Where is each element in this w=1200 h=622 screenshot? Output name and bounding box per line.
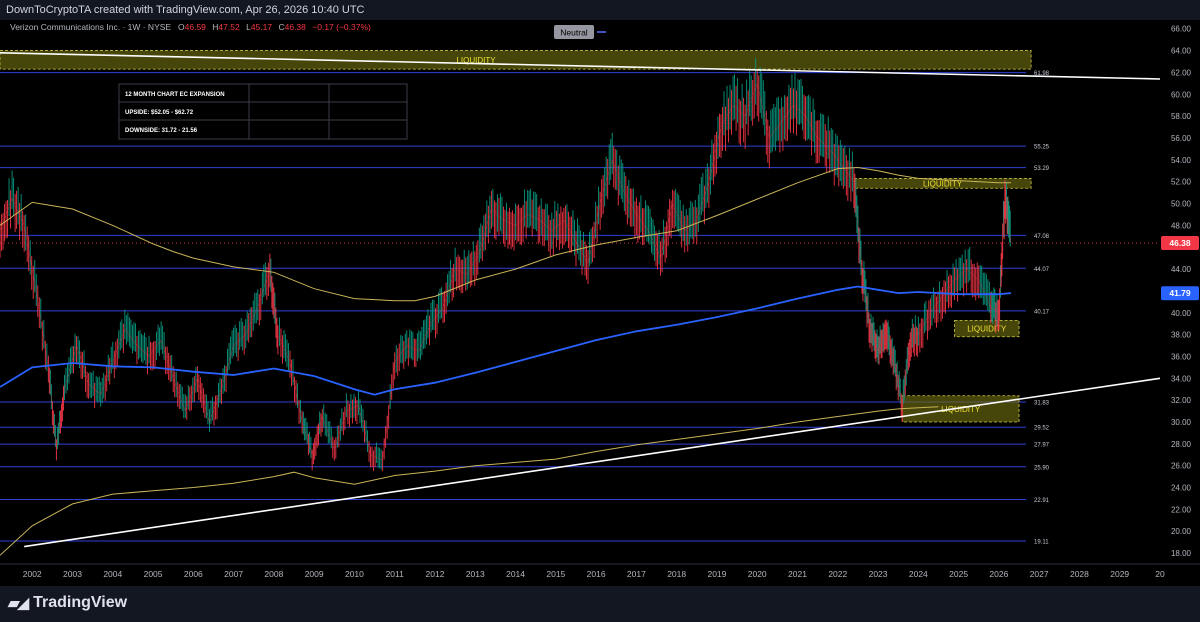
ohlc-open: 46.59 — [185, 22, 207, 32]
x-tick-label: 2016 — [587, 569, 606, 579]
x-tick-label: 2008 — [264, 569, 283, 579]
ohlc-change: −0.17 (−0.37%) — [312, 22, 371, 32]
level-label: 47.08 — [1034, 234, 1050, 240]
x-tick-label: 2022 — [828, 569, 847, 579]
liquidity-label: LIQUIDITY — [967, 325, 1007, 334]
level-label: 27.97 — [1034, 443, 1050, 449]
tradingview-logo[interactable]: ▰◢ TradingView — [8, 594, 127, 612]
caption-text: DownToCryptoTA created with TradingView.… — [6, 4, 365, 16]
x-tick-label: 2021 — [788, 569, 807, 579]
y-tick-label: 60.00 — [1171, 90, 1192, 99]
info-table-row-upside: UPSIDE: $52.05 - $62.72 — [125, 110, 194, 116]
x-tick-label: 2007 — [224, 569, 243, 579]
info-table-row-title: 12 MONTH CHART EC EXPANSION — [125, 92, 225, 98]
x-tick-label: 2029 — [1110, 569, 1129, 579]
y-tick-label: 40.00 — [1171, 309, 1192, 318]
x-tick-label: 2023 — [869, 569, 888, 579]
y-tick-label: 44.00 — [1171, 265, 1192, 274]
y-tick-label: 22.00 — [1171, 505, 1192, 514]
x-tick-label: 2004 — [103, 569, 122, 579]
price-label: 46.38 — [1169, 238, 1191, 248]
y-tick-label: 54.00 — [1171, 156, 1192, 165]
price-label: 41.79 — [1169, 288, 1191, 298]
y-tick-label: 58.00 — [1171, 112, 1192, 121]
y-tick-label: 32.00 — [1171, 396, 1192, 405]
y-tick-label: 18.00 — [1171, 549, 1192, 558]
indicator-badge[interactable]: Neutral — [560, 28, 588, 38]
ohlc-low: 45.17 — [251, 22, 273, 32]
level-label: 40.17 — [1034, 309, 1050, 315]
y-tick-label: 56.00 — [1171, 134, 1192, 143]
x-tick-label: 2015 — [546, 569, 565, 579]
symbol-title: Verizon Communications Inc. · 1W · NYSE — [10, 22, 171, 32]
y-tick-label: 38.00 — [1171, 331, 1192, 340]
x-tick-label: 2006 — [184, 569, 203, 579]
footer-bar — [0, 586, 1200, 622]
x-tick-label: 2010 — [345, 569, 364, 579]
x-tick-label: 2024 — [909, 569, 928, 579]
y-tick-label: 34.00 — [1171, 374, 1192, 383]
info-table-row-downside: DOWNSIDE: 31.72 - 21.56 — [125, 128, 198, 134]
x-tick-label: 2018 — [667, 569, 686, 579]
liquidity-zone — [0, 50, 1032, 70]
x-tick-label: 2003 — [63, 569, 82, 579]
level-label: 55.25 — [1034, 145, 1050, 151]
x-tick-label: 2019 — [707, 569, 726, 579]
x-tick-label: 2027 — [1030, 569, 1049, 579]
level-label: 53.29 — [1034, 166, 1050, 172]
y-tick-label: 26.00 — [1171, 462, 1192, 471]
y-tick-label: 20.00 — [1171, 527, 1192, 536]
caption-bar: DownToCryptoTA created with TradingView.… — [0, 0, 1200, 20]
y-tick-label: 64.00 — [1171, 47, 1192, 56]
y-tick-label: 36.00 — [1171, 352, 1192, 361]
x-tick-label: 2020 — [748, 569, 767, 579]
x-tick-label: 2011 — [386, 569, 405, 579]
y-tick-label: 28.00 — [1171, 440, 1192, 449]
ohlc-close: 46.38 — [285, 22, 307, 32]
x-tick-label: 2009 — [305, 569, 324, 579]
info-table: 12 MONTH CHART EC EXPANSION UPSIDE: $52.… — [118, 83, 408, 140]
x-tick-label: 20 — [1155, 569, 1165, 579]
x-tick-label: 2017 — [627, 569, 646, 579]
x-tick-label: 2025 — [949, 569, 968, 579]
x-tick-label: 2026 — [989, 569, 1008, 579]
x-tick-label: 2013 — [466, 569, 485, 579]
y-tick-label: 30.00 — [1171, 418, 1192, 427]
y-tick-label: 62.00 — [1171, 68, 1192, 77]
x-tick-label: 2005 — [144, 569, 163, 579]
y-tick-label: 50.00 — [1171, 200, 1192, 209]
level-label: 29.52 — [1034, 426, 1050, 432]
level-label: 44.07 — [1034, 267, 1050, 273]
y-tick-label: 24.00 — [1171, 484, 1192, 493]
x-tick-label: 2014 — [506, 569, 525, 579]
x-tick-label: 2002 — [23, 569, 42, 579]
y-tick-label: 66.00 — [1171, 25, 1192, 34]
ohlc-high: 47.52 — [218, 22, 240, 32]
x-tick-label: 2012 — [426, 569, 445, 579]
level-label: 31.83 — [1034, 401, 1050, 407]
level-label: 22.91 — [1034, 498, 1050, 504]
tradingview-logo-text: TradingView — [33, 594, 128, 611]
x-tick-label: 2028 — [1070, 569, 1089, 579]
tradingview-logo-icon: ▰◢ — [8, 595, 29, 612]
level-label: 19.11 — [1034, 539, 1049, 545]
level-label: 25.90 — [1034, 465, 1050, 471]
chart-area[interactable]: 61.9855.2553.2947.0844.0740.1731.8329.52… — [0, 0, 1200, 622]
y-tick-label: 52.00 — [1171, 178, 1192, 187]
y-tick-label: 48.00 — [1171, 221, 1192, 230]
